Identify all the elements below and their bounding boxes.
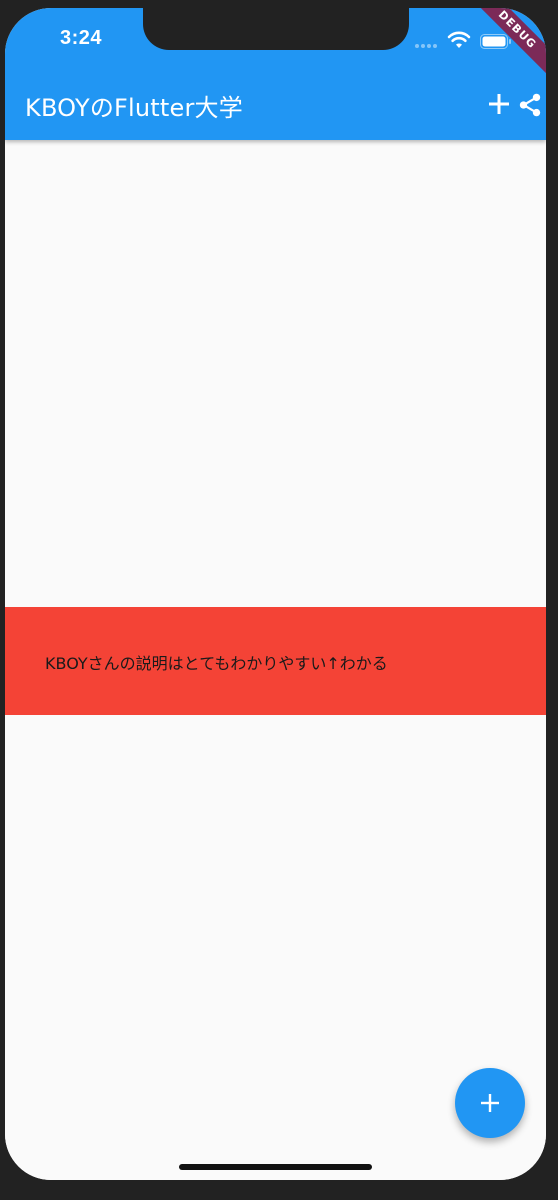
add-icon[interactable] — [487, 92, 511, 116]
floating-action-button[interactable] — [455, 1068, 525, 1138]
wifi-icon — [447, 31, 471, 48]
battery-icon — [480, 34, 511, 49]
device-frame: 3:24 DEBUG KBOYのFlutter大学 KBOYさんの説明はとてもわ… — [0, 0, 558, 1200]
message-card[interactable]: KBOYさんの説明はとてもわかりやすい↑わかる — [5, 607, 546, 715]
status-time: 3:24 — [60, 27, 103, 49]
content-area: KBOYさんの説明はとてもわかりやすい↑わかる — [5, 140, 546, 1180]
app-title: KBOYのFlutter大学 — [25, 94, 243, 122]
app-bar: 3:24 DEBUG KBOYのFlutter大学 — [5, 8, 546, 140]
device-notch — [143, 8, 409, 50]
cellular-signal-icon — [415, 44, 443, 50]
message-card-text: KBOYさんの説明はとてもわかりやすい↑わかる — [45, 654, 388, 673]
phone-screen: 3:24 DEBUG KBOYのFlutter大学 KBOYさんの説明はとてもわ… — [5, 8, 546, 1180]
home-indicator[interactable] — [179, 1164, 372, 1170]
add-icon — [481, 1094, 499, 1112]
share-icon[interactable] — [517, 92, 543, 118]
